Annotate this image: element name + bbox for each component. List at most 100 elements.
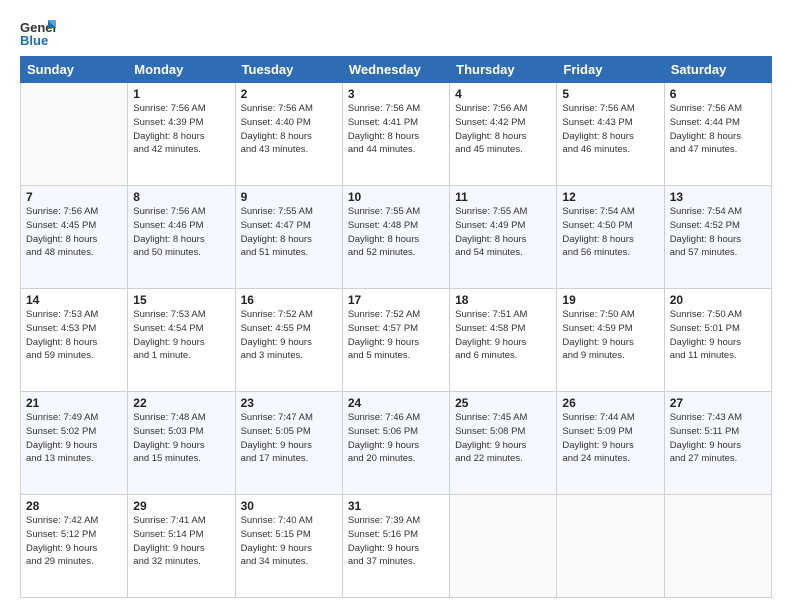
calendar-cell: 11Sunrise: 7:55 AM Sunset: 4:49 PM Dayli… (450, 186, 557, 289)
calendar-week-row: 14Sunrise: 7:53 AM Sunset: 4:53 PM Dayli… (21, 289, 772, 392)
calendar-cell: 8Sunrise: 7:56 AM Sunset: 4:46 PM Daylig… (128, 186, 235, 289)
day-info: Sunrise: 7:50 AM Sunset: 5:01 PM Dayligh… (670, 308, 766, 363)
day-number: 9 (241, 190, 337, 204)
day-number: 6 (670, 87, 766, 101)
day-info: Sunrise: 7:45 AM Sunset: 5:08 PM Dayligh… (455, 411, 551, 466)
calendar-cell: 17Sunrise: 7:52 AM Sunset: 4:57 PM Dayli… (342, 289, 449, 392)
weekday-header-monday: Monday (128, 57, 235, 83)
calendar-cell: 18Sunrise: 7:51 AM Sunset: 4:58 PM Dayli… (450, 289, 557, 392)
weekday-header-sunday: Sunday (21, 57, 128, 83)
calendar-cell: 4Sunrise: 7:56 AM Sunset: 4:42 PM Daylig… (450, 83, 557, 186)
day-number: 22 (133, 396, 229, 410)
calendar-cell: 6Sunrise: 7:56 AM Sunset: 4:44 PM Daylig… (664, 83, 771, 186)
day-info: Sunrise: 7:56 AM Sunset: 4:46 PM Dayligh… (133, 205, 229, 260)
day-number: 20 (670, 293, 766, 307)
day-number: 25 (455, 396, 551, 410)
calendar-cell: 14Sunrise: 7:53 AM Sunset: 4:53 PM Dayli… (21, 289, 128, 392)
day-info: Sunrise: 7:39 AM Sunset: 5:16 PM Dayligh… (348, 514, 444, 569)
day-info: Sunrise: 7:56 AM Sunset: 4:40 PM Dayligh… (241, 102, 337, 157)
day-number: 28 (26, 499, 122, 513)
day-info: Sunrise: 7:55 AM Sunset: 4:47 PM Dayligh… (241, 205, 337, 260)
calendar-cell (21, 83, 128, 186)
day-info: Sunrise: 7:51 AM Sunset: 4:58 PM Dayligh… (455, 308, 551, 363)
weekday-header-friday: Friday (557, 57, 664, 83)
calendar-cell: 15Sunrise: 7:53 AM Sunset: 4:54 PM Dayli… (128, 289, 235, 392)
calendar-cell: 7Sunrise: 7:56 AM Sunset: 4:45 PM Daylig… (21, 186, 128, 289)
day-info: Sunrise: 7:50 AM Sunset: 4:59 PM Dayligh… (562, 308, 658, 363)
day-info: Sunrise: 7:44 AM Sunset: 5:09 PM Dayligh… (562, 411, 658, 466)
day-number: 31 (348, 499, 444, 513)
page-header: General Blue (20, 18, 772, 48)
calendar-cell: 10Sunrise: 7:55 AM Sunset: 4:48 PM Dayli… (342, 186, 449, 289)
calendar-cell: 27Sunrise: 7:43 AM Sunset: 5:11 PM Dayli… (664, 392, 771, 495)
calendar-week-row: 28Sunrise: 7:42 AM Sunset: 5:12 PM Dayli… (21, 495, 772, 598)
calendar-cell: 25Sunrise: 7:45 AM Sunset: 5:08 PM Dayli… (450, 392, 557, 495)
day-info: Sunrise: 7:52 AM Sunset: 4:55 PM Dayligh… (241, 308, 337, 363)
calendar-cell: 9Sunrise: 7:55 AM Sunset: 4:47 PM Daylig… (235, 186, 342, 289)
day-info: Sunrise: 7:42 AM Sunset: 5:12 PM Dayligh… (26, 514, 122, 569)
calendar-cell: 21Sunrise: 7:49 AM Sunset: 5:02 PM Dayli… (21, 392, 128, 495)
weekday-header-row: SundayMondayTuesdayWednesdayThursdayFrid… (21, 57, 772, 83)
day-number: 2 (241, 87, 337, 101)
calendar-week-row: 1Sunrise: 7:56 AM Sunset: 4:39 PM Daylig… (21, 83, 772, 186)
day-number: 23 (241, 396, 337, 410)
day-number: 18 (455, 293, 551, 307)
day-number: 1 (133, 87, 229, 101)
day-number: 11 (455, 190, 551, 204)
calendar-cell: 24Sunrise: 7:46 AM Sunset: 5:06 PM Dayli… (342, 392, 449, 495)
day-info: Sunrise: 7:56 AM Sunset: 4:45 PM Dayligh… (26, 205, 122, 260)
day-number: 17 (348, 293, 444, 307)
weekday-header-tuesday: Tuesday (235, 57, 342, 83)
logo: General Blue (20, 18, 60, 48)
day-number: 21 (26, 396, 122, 410)
calendar-cell: 13Sunrise: 7:54 AM Sunset: 4:52 PM Dayli… (664, 186, 771, 289)
day-info: Sunrise: 7:53 AM Sunset: 4:54 PM Dayligh… (133, 308, 229, 363)
day-info: Sunrise: 7:40 AM Sunset: 5:15 PM Dayligh… (241, 514, 337, 569)
day-number: 29 (133, 499, 229, 513)
calendar-cell (450, 495, 557, 598)
day-info: Sunrise: 7:49 AM Sunset: 5:02 PM Dayligh… (26, 411, 122, 466)
calendar-week-row: 21Sunrise: 7:49 AM Sunset: 5:02 PM Dayli… (21, 392, 772, 495)
day-info: Sunrise: 7:55 AM Sunset: 4:49 PM Dayligh… (455, 205, 551, 260)
calendar-cell: 31Sunrise: 7:39 AM Sunset: 5:16 PM Dayli… (342, 495, 449, 598)
calendar-cell: 30Sunrise: 7:40 AM Sunset: 5:15 PM Dayli… (235, 495, 342, 598)
calendar-week-row: 7Sunrise: 7:56 AM Sunset: 4:45 PM Daylig… (21, 186, 772, 289)
day-number: 13 (670, 190, 766, 204)
weekday-header-wednesday: Wednesday (342, 57, 449, 83)
day-number: 3 (348, 87, 444, 101)
day-info: Sunrise: 7:56 AM Sunset: 4:41 PM Dayligh… (348, 102, 444, 157)
day-info: Sunrise: 7:56 AM Sunset: 4:43 PM Dayligh… (562, 102, 658, 157)
day-number: 7 (26, 190, 122, 204)
day-info: Sunrise: 7:43 AM Sunset: 5:11 PM Dayligh… (670, 411, 766, 466)
calendar-cell: 23Sunrise: 7:47 AM Sunset: 5:05 PM Dayli… (235, 392, 342, 495)
day-number: 14 (26, 293, 122, 307)
day-number: 24 (348, 396, 444, 410)
calendar-cell: 20Sunrise: 7:50 AM Sunset: 5:01 PM Dayli… (664, 289, 771, 392)
day-number: 10 (348, 190, 444, 204)
day-info: Sunrise: 7:53 AM Sunset: 4:53 PM Dayligh… (26, 308, 122, 363)
day-number: 4 (455, 87, 551, 101)
calendar-cell: 16Sunrise: 7:52 AM Sunset: 4:55 PM Dayli… (235, 289, 342, 392)
calendar-cell: 19Sunrise: 7:50 AM Sunset: 4:59 PM Dayli… (557, 289, 664, 392)
logo-icon: General Blue (20, 18, 56, 48)
calendar-cell (557, 495, 664, 598)
day-info: Sunrise: 7:56 AM Sunset: 4:44 PM Dayligh… (670, 102, 766, 157)
weekday-header-saturday: Saturday (664, 57, 771, 83)
day-info: Sunrise: 7:54 AM Sunset: 4:50 PM Dayligh… (562, 205, 658, 260)
calendar-cell: 29Sunrise: 7:41 AM Sunset: 5:14 PM Dayli… (128, 495, 235, 598)
day-number: 27 (670, 396, 766, 410)
day-info: Sunrise: 7:56 AM Sunset: 4:39 PM Dayligh… (133, 102, 229, 157)
day-info: Sunrise: 7:52 AM Sunset: 4:57 PM Dayligh… (348, 308, 444, 363)
day-number: 12 (562, 190, 658, 204)
calendar-cell: 3Sunrise: 7:56 AM Sunset: 4:41 PM Daylig… (342, 83, 449, 186)
day-info: Sunrise: 7:56 AM Sunset: 4:42 PM Dayligh… (455, 102, 551, 157)
calendar-cell: 22Sunrise: 7:48 AM Sunset: 5:03 PM Dayli… (128, 392, 235, 495)
day-info: Sunrise: 7:55 AM Sunset: 4:48 PM Dayligh… (348, 205, 444, 260)
calendar-cell: 1Sunrise: 7:56 AM Sunset: 4:39 PM Daylig… (128, 83, 235, 186)
day-info: Sunrise: 7:46 AM Sunset: 5:06 PM Dayligh… (348, 411, 444, 466)
day-info: Sunrise: 7:48 AM Sunset: 5:03 PM Dayligh… (133, 411, 229, 466)
svg-text:Blue: Blue (20, 33, 48, 48)
day-number: 8 (133, 190, 229, 204)
calendar-cell: 5Sunrise: 7:56 AM Sunset: 4:43 PM Daylig… (557, 83, 664, 186)
day-number: 16 (241, 293, 337, 307)
